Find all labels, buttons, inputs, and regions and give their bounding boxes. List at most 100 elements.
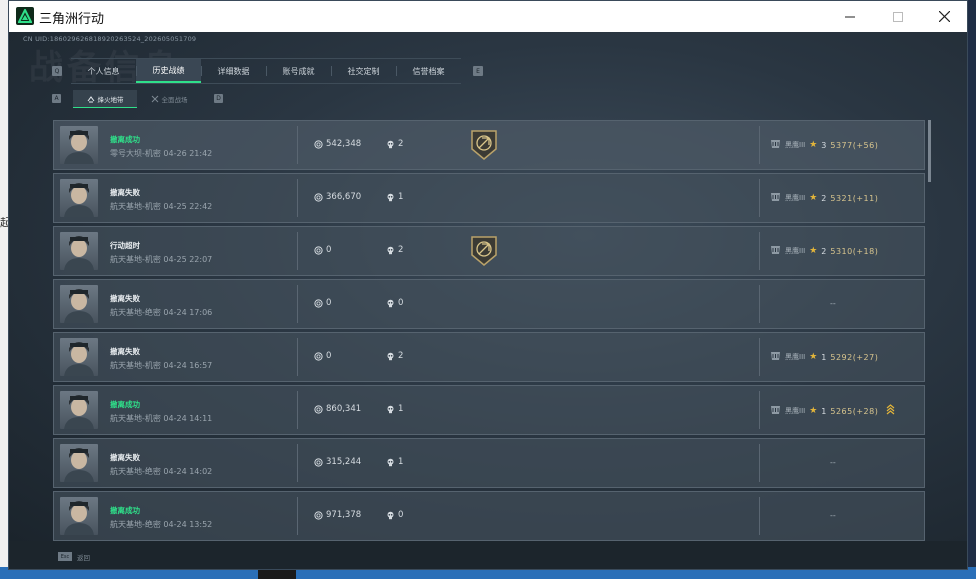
subtab-next-key-hint[interactable]: D [214, 94, 223, 103]
rank-star-icon: ★ [809, 246, 818, 256]
value-collected: 315,244 [314, 457, 361, 467]
column-divider [297, 391, 298, 429]
operator-avatar [60, 338, 98, 376]
no-rank-placeholder: -- [830, 511, 836, 520]
rank-star-icon: ★ [809, 352, 818, 362]
column-divider [297, 338, 298, 376]
match-record-row[interactable]: 撤离失败 航天基地-机密 04-24 16:57 0 2 黑鹰III ★ 1 5292… [53, 332, 925, 382]
tab-reputation[interactable]: 信誉档案 [396, 59, 461, 83]
value-collected: 0 [314, 351, 331, 361]
rank-name: 黑鹰III [785, 407, 806, 415]
back-label[interactable]: 返回 [77, 552, 90, 562]
column-divider [759, 338, 760, 376]
skull-icon [387, 511, 394, 519]
column-divider [759, 497, 760, 535]
app-logo-icon [16, 7, 34, 25]
subtab-prev-key-hint[interactable]: A [52, 94, 61, 103]
tab-achievements[interactable]: 账号成就 [266, 59, 331, 83]
kill-value: 0 [398, 510, 404, 520]
column-divider [297, 232, 298, 270]
footer-bar: Esc 返回 [9, 541, 967, 569]
match-record-row[interactable]: 行动超时 航天基地-机密 04-25 22:07 0 2 黑鹰III ★ 2 5310… [53, 226, 925, 276]
kill-count: 2 [386, 351, 403, 361]
mode-subtab-bar: 烽火地带 全面战场 [73, 90, 201, 108]
kill-count: 2 [386, 139, 403, 149]
rank-star-count: 3 [821, 140, 827, 150]
list-scrollbar[interactable] [928, 120, 931, 182]
extraction-status: 撤离成功 [110, 135, 140, 144]
coin-value: 0 [326, 351, 332, 361]
no-rank-placeholder: -- [830, 299, 836, 308]
operator-avatar [60, 179, 98, 217]
kill-count: 2 [386, 245, 403, 255]
rank-star-count: 2 [821, 193, 827, 203]
rank-star-count: 1 [821, 406, 827, 416]
coin-value: 315,244 [326, 457, 362, 467]
map-and-time: 航天基地-绝密 04-24 13:52 [110, 520, 213, 529]
match-record-row[interactable]: 撤离成功 航天基地-机密 04-24 14:11 860,341 1 黑鹰III… [53, 385, 925, 435]
coin-value: 542,348 [326, 139, 362, 149]
esc-key-hint[interactable]: Esc [58, 552, 72, 561]
column-divider [759, 391, 760, 429]
minimize-button[interactable] [827, 1, 873, 32]
rank-info: 黑鹰III ★ 3 5377(+56) [770, 139, 878, 151]
column-divider [297, 497, 298, 535]
tab-prev-key-hint[interactable]: Q [52, 66, 62, 76]
coin-value: 860,341 [326, 404, 362, 414]
value-collected: 0 [314, 245, 331, 255]
operator-avatar [60, 285, 98, 323]
column-divider [759, 232, 760, 270]
map-and-time: 航天基地-机密 04-25 22:07 [110, 255, 213, 264]
maximize-button[interactable] [875, 1, 921, 32]
column-divider [759, 285, 760, 323]
operator-avatar [60, 391, 98, 429]
coin-icon [314, 298, 323, 308]
column-divider [759, 444, 760, 482]
operator-avatar [60, 126, 98, 164]
fire-zone-icon [87, 95, 94, 102]
battlefield-icon [151, 95, 158, 103]
title-bar[interactable]: 三角洲行动 [9, 1, 967, 32]
match-record-row[interactable]: 撤离成功 零号大坝-机密 04-26 21:42 542,348 2 黑鹰III… [53, 120, 925, 170]
main-content: 战备信息 CN UID:18602962681892026352​4_20260… [9, 32, 967, 541]
tab-next-key-hint[interactable]: E [473, 66, 483, 76]
extraction-status: 撤离成功 [110, 400, 140, 409]
operator-avatar [60, 497, 98, 535]
mvp-badge-icon [470, 129, 498, 161]
coin-icon [314, 510, 323, 520]
rank-emblem-icon [770, 139, 781, 151]
kill-value: 2 [398, 245, 404, 255]
match-record-row[interactable]: 撤离失败 航天基地-绝密 04-24 14:02 315,244 1 -- [53, 438, 925, 488]
tab-detailed-data[interactable]: 详细数据 [201, 59, 266, 83]
map-and-time: 零号大坝-机密 04-26 21:42 [110, 149, 213, 158]
kill-value: 1 [398, 404, 404, 414]
rank-up-chevron-icon [886, 404, 895, 418]
tab-personal-info[interactable]: 个人信息 [71, 59, 136, 83]
kill-value: 2 [398, 139, 404, 149]
tab-social-custom[interactable]: 社交定制 [331, 59, 396, 83]
tab-match-history[interactable]: 历史战绩 [136, 59, 201, 83]
rank-info: 黑鹰III ★ 2 5321(+11) [770, 192, 878, 204]
coin-icon [314, 192, 323, 202]
main-tab-bar: 个人信息 历史战绩 详细数据 账号成就 社交定制 信誉档案 [71, 58, 461, 84]
match-record-row[interactable]: 撤离失败 航天基地-机密 04-25 22:42 366,670 1 黑鹰III… [53, 173, 925, 223]
mvp-badge-icon [470, 235, 498, 267]
subtab-battlefield[interactable]: 全面战场 [137, 90, 201, 108]
map-and-time: 航天基地-机密 04-24 14:11 [110, 414, 213, 423]
rank-name: 黑鹰III [785, 141, 806, 149]
extraction-status: 撤离失败 [110, 294, 140, 303]
kill-count: 1 [386, 404, 403, 414]
no-rank-placeholder: -- [830, 458, 836, 467]
subtab-fire-zone[interactable]: 烽火地带 [73, 90, 137, 108]
column-divider [297, 126, 298, 164]
skull-icon [387, 352, 394, 360]
close-button[interactable] [921, 1, 967, 32]
rank-score: 5310(+18) [830, 246, 879, 256]
rank-score: 5321(+11) [830, 193, 879, 203]
rank-info: 黑鹰III ★ 1 5292(+27) [770, 351, 878, 363]
extraction-status: 撤离失败 [110, 453, 140, 462]
rank-score: 5265(+28) [830, 406, 879, 416]
match-record-row[interactable]: 撤离失败 航天基地-绝密 04-24 17:06 0 0 -- [53, 279, 925, 329]
rank-info: 黑鹰III ★ 1 5265(+28) [770, 404, 895, 418]
match-record-row[interactable]: 撤离成功 航天基地-绝密 04-24 13:52 971,378 0 -- [53, 491, 925, 541]
